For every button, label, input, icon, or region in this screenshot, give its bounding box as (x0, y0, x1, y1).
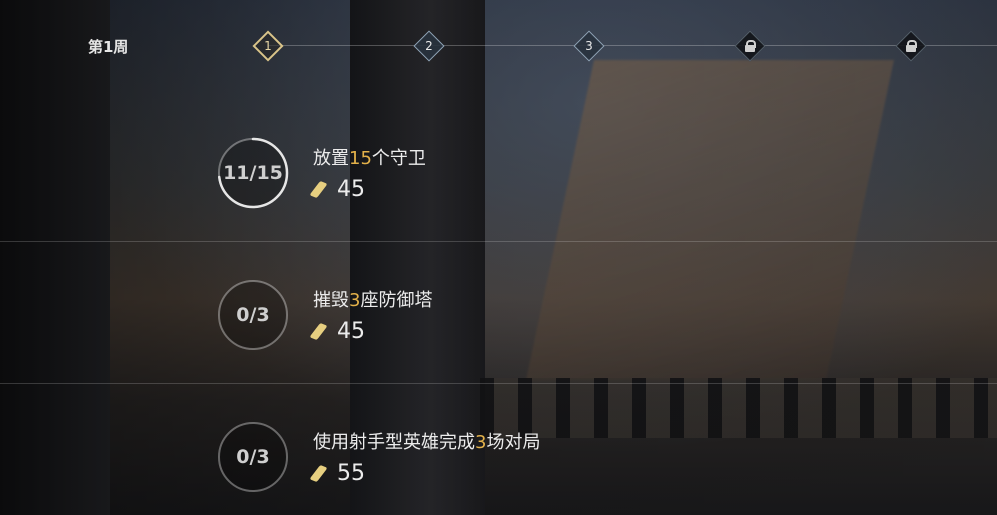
task-reward: 55 (309, 461, 365, 486)
progress-text: 11/15 (223, 162, 283, 184)
task-target-count: 3 (475, 432, 487, 453)
milestone-3[interactable]: 3 (573, 30, 605, 62)
milestone-track (268, 45, 997, 46)
milestone-1[interactable]: 1 (252, 30, 284, 62)
milestone-5-locked[interactable] (895, 30, 927, 62)
divider (0, 383, 997, 384)
reward-amount: 45 (337, 319, 365, 344)
task-target-count: 3 (349, 290, 361, 311)
task-description: 使用射手型英雄完成3场对局 (313, 432, 541, 453)
divider (0, 241, 997, 242)
lock-icon (906, 40, 917, 52)
reward-amount: 45 (337, 177, 365, 202)
progress-ring: 0/3 (216, 278, 290, 352)
milestone-number: 1 (264, 39, 272, 53)
task-target-count: 15 (349, 148, 372, 169)
task-reward: 45 (309, 177, 365, 202)
reward-amount: 55 (337, 461, 365, 486)
progress-text: 0/3 (236, 304, 270, 326)
progress-text: 0/3 (236, 446, 270, 468)
progress-ring: 0/3 (216, 420, 290, 494)
lock-icon (745, 40, 756, 52)
week-label: 第1周 (88, 38, 129, 56)
progress-ring: 11/15 (216, 136, 290, 210)
milestone-number: 3 (585, 39, 593, 53)
milestone-number: 2 (425, 39, 433, 53)
task-reward: 45 (309, 319, 365, 344)
milestone-2[interactable]: 2 (413, 30, 445, 62)
task-description: 放置15个守卫 (313, 148, 426, 169)
milestone-4-locked[interactable] (734, 30, 766, 62)
task-description: 摧毁3座防御塔 (313, 290, 433, 311)
